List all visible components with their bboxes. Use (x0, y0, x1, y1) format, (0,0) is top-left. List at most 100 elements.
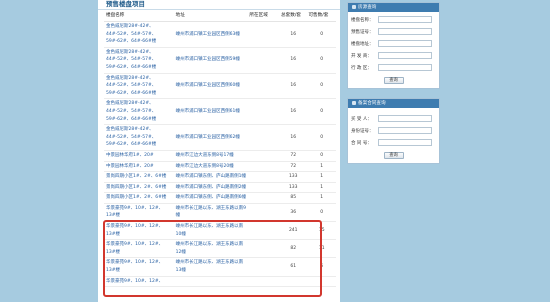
cell-address[interactable]: 嵊州市浦口镇东侧、庐山路南侧1幢 (173, 171, 248, 183)
contract-search-title: 备案合同查询 (358, 101, 386, 106)
cell-address[interactable] (173, 276, 248, 288)
cell-area (247, 73, 280, 100)
table-row: 中景园林华府1#、20# 嵊州市江边大道东侧8号20幢 72 1 (104, 161, 336, 173)
cell-address[interactable]: 嵊州市浦口镇东侧、庐山路南侧2幢 (173, 182, 248, 194)
field-label: 行 政 区： (351, 66, 372, 71)
cell-project-name[interactable]: 金色威尼斯28#-42#、44#-52#、54#-57#、59#-62#、64#… (104, 98, 174, 126)
cell-address[interactable]: 嵊州市浦口镇工业园区西侧61幢 (173, 98, 248, 126)
cell-area (247, 21, 280, 48)
project-address-input[interactable] (378, 40, 432, 47)
cell-project-name[interactable]: 中景园林华府1#、20# (104, 150, 174, 162)
cell-project-name[interactable]: 华景豪苑9#、10#、12#、13#楼 (104, 221, 174, 241)
cell-address[interactable]: 嵊州市浦口镇工业园区西侧59幢 (173, 47, 248, 74)
cell-total: 85 (279, 192, 307, 204)
field-label: 楼盘地址： (351, 42, 374, 47)
cell-project-name[interactable]: 金色威尼斯28#-42#、44#-52#、54#-57#、59#-62#、64#… (104, 124, 174, 151)
contract-search-panel: 备案合同查询 买 受 人： 身份证号： 合 同 号： 查询 (347, 98, 440, 164)
house-search-title: 房源查询 (358, 5, 377, 10)
field-project-name: 楼盘名称： (348, 14, 439, 26)
presale-listing-panel: 预售楼盘项目 楼盘名称 地址 所在区域 总套数/套 可售数/套 金色威尼斯28#… (98, 0, 340, 302)
cell-total: 72 (279, 161, 307, 173)
cell-available: 0 (306, 98, 336, 126)
table-row: 金色威尼斯28#-42#、44#-52#、54#-57#、59#-62#、64#… (104, 21, 336, 48)
field-presale-permit: 预售证号： (348, 26, 439, 38)
cell-available: 1 (306, 161, 336, 173)
cell-available: 0 (306, 47, 336, 74)
cell-available (306, 276, 336, 288)
cell-project-name[interactable]: 金色威尼斯28#-42#、44#-52#、54#-57#、59#-62#、64#… (104, 21, 174, 48)
cell-available: 1 (306, 192, 336, 204)
project-name-input[interactable] (378, 16, 432, 23)
field-contract-number: 合 同 号： (348, 137, 439, 149)
table-row: 中景园林华府1#、20# 嵊州市江边大道东侧8号17幢 72 0 (104, 150, 336, 162)
field-label: 预售证号： (351, 30, 374, 35)
cell-address[interactable]: 嵊州市长江路以东、湖王东路以南9幢 (173, 203, 248, 223)
presale-table: 楼盘名称 地址 所在区域 总套数/套 可售数/套 金色威尼斯28#-42#、44… (104, 10, 336, 288)
cell-address[interactable]: 嵊州市浦口镇工业园区西侧60幢 (173, 73, 248, 100)
cell-total: 72 (279, 150, 307, 162)
cell-project-name[interactable]: 华景豪苑9#、10#、12#、 (104, 276, 174, 288)
cell-project-name[interactable]: 金色威尼斯28#-42#、44#-52#、54#-57#、59#-62#、64#… (104, 73, 174, 100)
page-title: 预售楼盘项目 (98, 0, 340, 10)
cell-project-name[interactable]: 景尚四期小区1#、2#、6#楼 (104, 182, 174, 194)
cell-available: 0 (306, 124, 336, 151)
cell-project-name[interactable]: 景尚四期小区1#、2#、6#楼 (104, 192, 174, 204)
cell-area (247, 192, 280, 204)
contract-search-button[interactable]: 查询 (383, 152, 404, 159)
table-row: 华景豪苑9#、10#、12#、13#楼 嵊州市长江路以东、湖王东路以南10幢 241… (104, 221, 336, 241)
table-row: 金色威尼斯28#-42#、44#-52#、54#-57#、59#-62#、64#… (104, 73, 336, 100)
cell-project-name[interactable]: 华景豪苑9#、10#、12#、13#楼 (104, 239, 174, 259)
cell-total: 241 (279, 221, 307, 241)
cell-total: 82 (279, 239, 307, 259)
table-row: 华景豪苑9#、10#、12#、13#楼 嵊州市长江路以东、湖王东路以南13幢 61 6 (104, 257, 336, 277)
cell-address[interactable]: 嵊州市长江路以东、湖王东路以南13幢 (173, 257, 248, 277)
field-label: 身份证号： (351, 129, 374, 134)
contract-number-input[interactable] (378, 139, 432, 146)
cell-address[interactable]: 嵊州市长江路以东、湖王东路以南12幢 (173, 239, 248, 259)
cell-address[interactable]: 嵊州市长江路以东、湖王东路以南10幢 (173, 221, 248, 241)
cell-project-name[interactable]: 金色威尼斯28#-42#、44#-52#、54#-57#、59#-62#、64#… (104, 47, 174, 74)
cell-address[interactable]: 嵊州市江边大道东侧8号20幢 (173, 161, 248, 173)
sidebar: 房源查询 楼盘名称： 预售证号： 楼盘地址： 开 发 商： 行 政 区： 查询 … (347, 2, 440, 173)
house-search-button[interactable]: 查询 (383, 77, 404, 84)
cell-available: 1 (306, 171, 336, 183)
district-input[interactable] (378, 64, 432, 71)
presale-permit-input[interactable] (378, 28, 432, 35)
cell-project-name[interactable]: 景尚四期小区1#、2#、6#楼 (104, 171, 174, 183)
field-buyer: 买 受 人： (348, 113, 439, 125)
developer-input[interactable] (378, 52, 432, 59)
cell-total: 16 (279, 47, 307, 74)
cell-area (247, 161, 280, 173)
table-row: 华景豪苑9#、10#、12#、 (104, 276, 336, 288)
id-number-input[interactable] (378, 127, 432, 134)
cell-available: 0 (306, 73, 336, 100)
house-search-panel: 房源查询 楼盘名称： 预售证号： 楼盘地址： 开 发 商： 行 政 区： 查询 (347, 2, 440, 89)
document-icon (352, 100, 356, 105)
cell-area (247, 150, 280, 162)
cell-area (247, 98, 280, 126)
cell-available: 1 (306, 182, 336, 194)
buyer-input[interactable] (378, 115, 432, 122)
column-header-name: 楼盘名称 (104, 10, 174, 22)
cell-total: 16 (279, 73, 307, 100)
field-id-number: 身份证号： (348, 125, 439, 137)
cell-address[interactable]: 嵊州市江边大道东侧8号17幢 (173, 150, 248, 162)
table-row: 景尚四期小区1#、2#、6#楼 嵊州市浦口镇东侧、庐山路南侧1幢 133 1 (104, 171, 336, 183)
cell-address[interactable]: 嵊州市浦口镇工业园区西侧62幢 (173, 124, 248, 151)
cell-total: 16 (279, 21, 307, 48)
cell-area (247, 203, 280, 223)
cell-project-name[interactable]: 华景豪苑9#、10#、12#、13#楼 (104, 203, 174, 223)
table-row: 华景豪苑9#、10#、12#、13#楼 嵊州市长江路以东、湖王东路以南12幢 82 1… (104, 239, 336, 259)
cell-available: 15 (306, 221, 336, 241)
field-project-address: 楼盘地址： (348, 38, 439, 50)
cell-total: 16 (279, 124, 307, 151)
cell-total: 61 (279, 257, 307, 277)
cell-available: 6 (306, 257, 336, 277)
cell-project-name[interactable]: 中景园林华府1#、20# (104, 161, 174, 173)
cell-project-name[interactable]: 华景豪苑9#、10#、12#、13#楼 (104, 257, 174, 277)
cell-address[interactable]: 嵊州市浦口镇东侧、庐山路南侧6幢 (173, 192, 248, 204)
table-row: 金色威尼斯28#-42#、44#-52#、54#-57#、59#-62#、64#… (104, 47, 336, 74)
cell-address[interactable]: 嵊州市浦口镇工业园区西侧63幢 (173, 21, 248, 48)
table-row: 景尚四期小区1#、2#、6#楼 嵊州市浦口镇东侧、庐山路南侧2幢 133 1 (104, 182, 336, 194)
cell-area (247, 182, 280, 194)
